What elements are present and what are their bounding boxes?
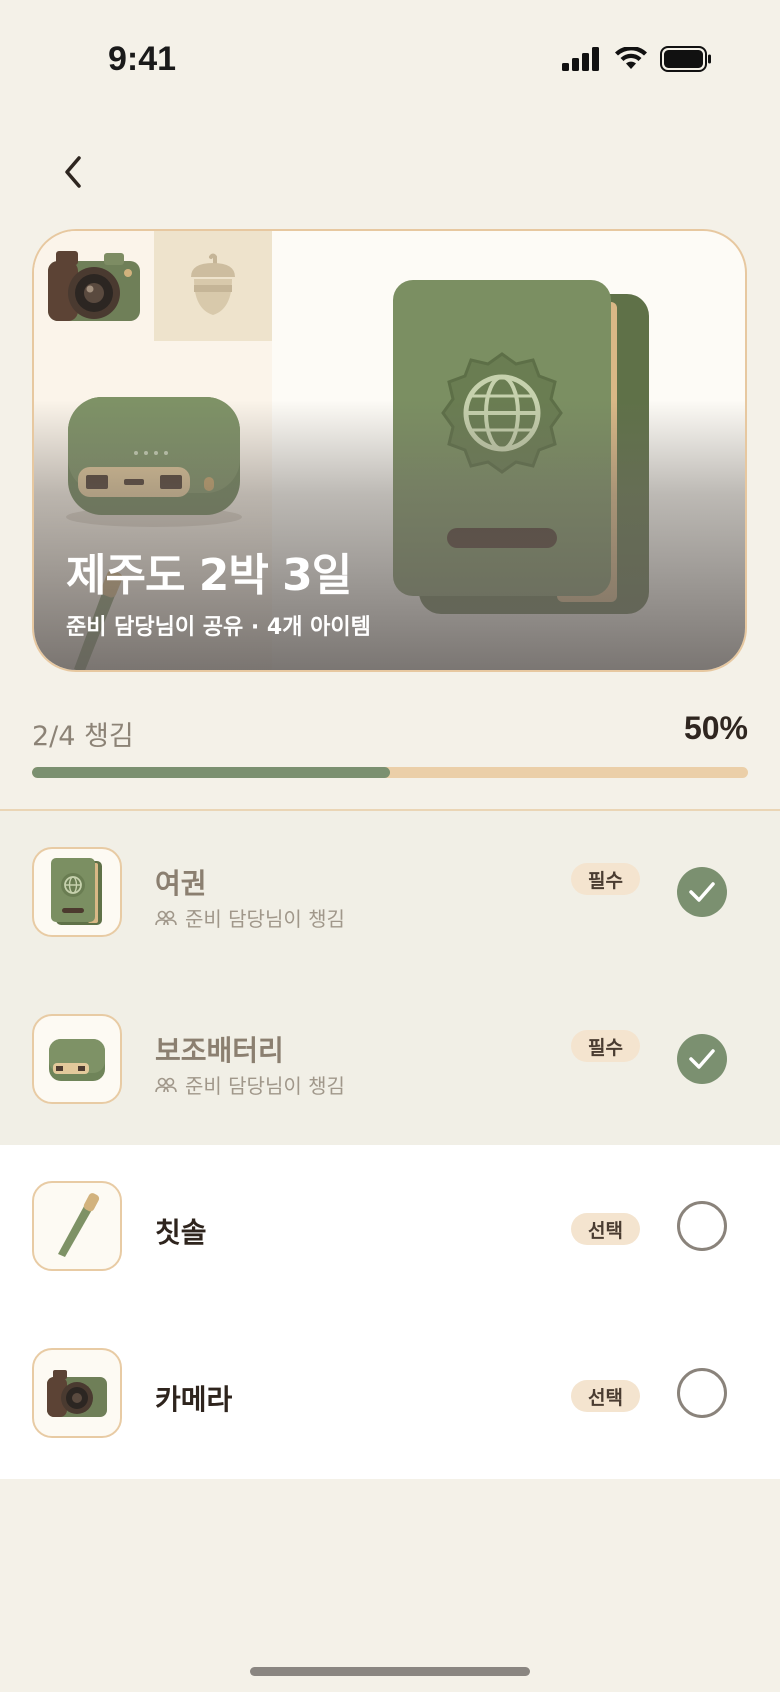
- people-icon: [155, 1077, 177, 1092]
- people-icon: [155, 910, 177, 925]
- item-packed-by: 준비 담당님이 챙김: [155, 1070, 345, 1099]
- trip-subtitle: 준비 담당님이 공유 · 4개 아이템: [66, 615, 371, 640]
- item-checkbox[interactable]: [677, 1201, 727, 1251]
- passport-icon: [51, 858, 102, 925]
- camera-icon: [47, 1370, 107, 1417]
- item-sub-label: 준비 담당님이 챙김: [185, 1074, 345, 1098]
- checkmark-icon: [689, 1049, 715, 1069]
- status-icons: [562, 46, 712, 72]
- status-bar: 9:41: [0, 0, 780, 120]
- item-thumbnail: [32, 1014, 122, 1104]
- toothbrush-icon: [58, 1193, 100, 1257]
- power-bank-icon: [49, 1039, 105, 1081]
- acorn-icon: [191, 253, 235, 315]
- home-indicator: [250, 1667, 530, 1676]
- cellular-signal-icon: [562, 47, 599, 71]
- item-thumbnail: [32, 1181, 122, 1271]
- chevron-left-icon: [65, 156, 81, 188]
- battery-icon: [660, 46, 711, 72]
- list-item[interactable]: 보조배터리 준비 담당님이 챙김 필수: [0, 978, 780, 1145]
- optional-badge: 선택: [571, 1213, 640, 1245]
- camera-icon: [48, 251, 140, 321]
- item-name: 칫솔: [155, 1216, 207, 1249]
- wifi-icon: [615, 47, 647, 69]
- status-time: 9:41: [108, 40, 177, 78]
- item-thumbnail: [32, 1348, 122, 1438]
- item-name: 여권: [155, 867, 207, 900]
- list-item[interactable]: 카메라 선택: [0, 1312, 780, 1479]
- optional-badge: 선택: [571, 1380, 640, 1412]
- acorn-tile: [154, 231, 272, 341]
- item-packed-by: 준비 담당님이 챙김: [155, 903, 345, 932]
- item-thumbnail: [32, 847, 122, 937]
- progress-fill: [32, 767, 390, 778]
- progress-percent: 50%: [683, 710, 748, 746]
- trip-title: 제주도 2박 3일: [66, 550, 352, 601]
- progress-bar: [32, 767, 748, 778]
- required-badge: 필수: [571, 1030, 640, 1062]
- item-name: 보조배터리: [155, 1034, 284, 1067]
- item-checkbox[interactable]: [677, 1034, 727, 1084]
- packing-list: 여권 준비 담당님이 챙김 필수 보조배터리 준비 담당님이 챙김 필수 칫솔 …: [0, 811, 780, 1479]
- item-checkbox[interactable]: [677, 867, 727, 917]
- list-item[interactable]: 칫솔 선택: [0, 1145, 780, 1312]
- back-button[interactable]: [50, 148, 98, 196]
- required-badge: 필수: [571, 863, 640, 895]
- progress-label: 2/4 챙김: [32, 721, 134, 752]
- item-sub-label: 준비 담당님이 챙김: [185, 907, 345, 931]
- checkmark-icon: [689, 882, 715, 902]
- item-checkbox[interactable]: [677, 1368, 727, 1418]
- list-item[interactable]: 여권 준비 담당님이 챙김 필수: [0, 811, 780, 978]
- item-name: 카메라: [155, 1383, 233, 1416]
- trip-hero-card[interactable]: 제주도 2박 3일 준비 담당님이 공유 · 4개 아이템: [32, 229, 747, 672]
